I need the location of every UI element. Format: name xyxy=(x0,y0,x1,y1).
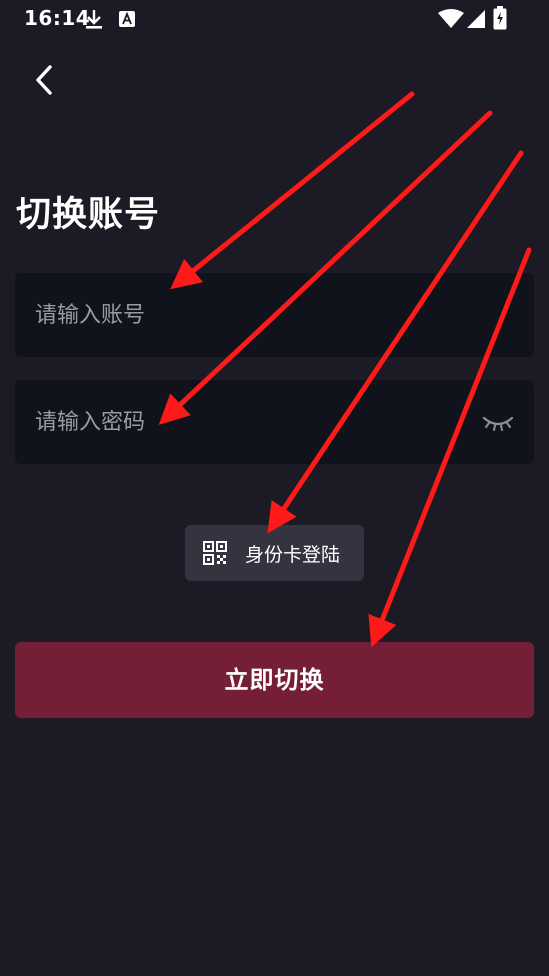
password-input[interactable] xyxy=(35,380,475,464)
wifi-icon xyxy=(438,9,464,28)
id-card-login-button[interactable]: 身份卡登陆 xyxy=(185,525,364,581)
arrow-to-account-field xyxy=(170,91,415,290)
id-card-login-label: 身份卡登陆 xyxy=(245,544,341,566)
password-field xyxy=(15,380,534,464)
chevron-left-icon xyxy=(36,65,52,95)
switch-account-screen: 16:14 切换账号 请输入账号 身份卡登陆 立即切换 xyxy=(0,0,549,976)
signal-icon xyxy=(467,10,485,28)
status-time: 16:14 xyxy=(24,6,91,30)
qr-code-icon xyxy=(203,541,227,565)
back-button[interactable] xyxy=(22,58,66,102)
annotation-arrows xyxy=(158,91,532,648)
arrow-to-password-field xyxy=(158,110,493,425)
eye-closed-icon xyxy=(482,416,514,431)
download-icon xyxy=(86,10,102,29)
page-title: 切换账号 xyxy=(16,195,161,235)
battery-icon xyxy=(493,6,507,30)
password-visibility-toggle[interactable] xyxy=(480,406,516,438)
account-field xyxy=(15,273,534,357)
a-badge-icon xyxy=(119,11,135,27)
switch-now-button[interactable]: 立即切换 xyxy=(15,642,534,718)
account-input[interactable] xyxy=(35,273,475,357)
status-bar: 16:14 xyxy=(0,0,549,40)
